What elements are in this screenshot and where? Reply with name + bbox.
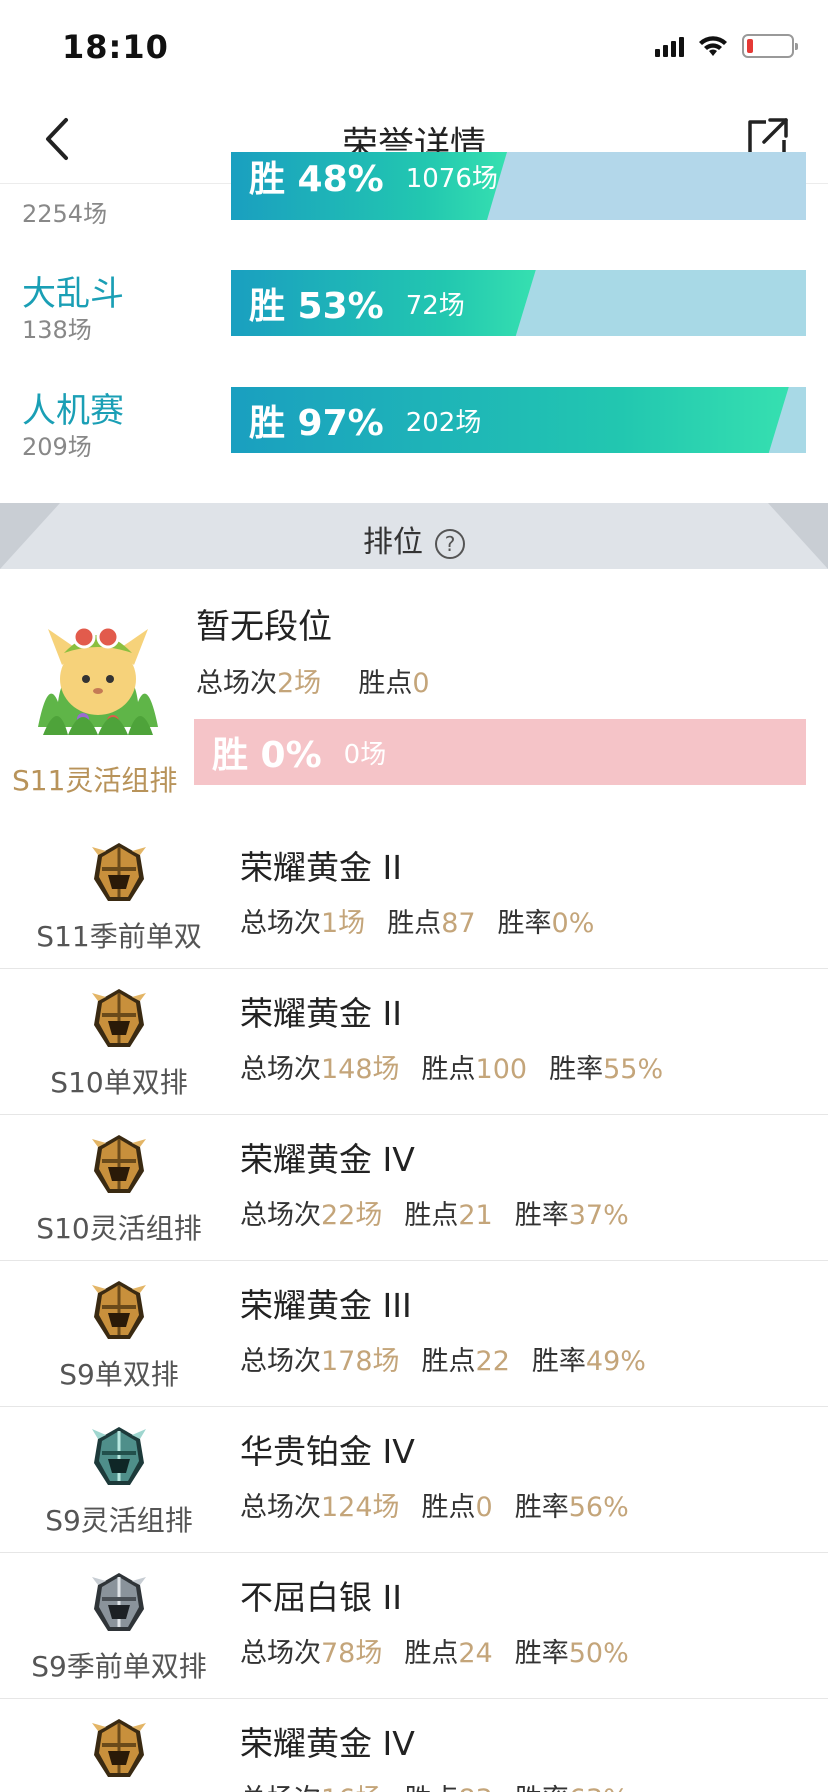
total-games-value: 2场 — [277, 668, 322, 699]
season-row[interactable]: S9灵活组排 华贵铂金 IV 总场次124场 胜点0 胜率56% — [0, 1407, 828, 1553]
winrate-text: 胜 0% — [212, 735, 322, 776]
mode-row-bots[interactable]: 人机赛 209场 胜 97% 202场 — [0, 383, 828, 483]
season-name: S9季前单双排 — [31, 1650, 207, 1683]
winrate-bar: 胜 48% 1076场 — [231, 152, 806, 220]
winrate-value: 55% — [603, 1054, 664, 1085]
tier-name: 华贵铂金 IV — [240, 1432, 415, 1471]
tier-name: 荣耀黄金 IV — [240, 1724, 415, 1763]
tier-name: 不屈白银 II — [240, 1578, 402, 1617]
help-icon[interactable]: ? — [435, 528, 465, 559]
status-time: 18:10 — [62, 28, 169, 66]
season-name: S9灵活组排 — [45, 1504, 193, 1537]
tier-stats: 总场次78场 胜点24 胜率50% — [240, 1638, 629, 1669]
mode-row-aram[interactable]: 大乱斗 138场 胜 53% 72场 — [0, 266, 828, 366]
mode-row-top[interactable]: 2254场 胜 48% 1076场 — [0, 152, 828, 228]
points-value: 87 — [441, 908, 476, 939]
winrate-value: 63% — [569, 1784, 629, 1792]
tier-name: 荣耀黄金 III — [240, 1286, 412, 1325]
current-stats: 总场次2场 胜点0 — [196, 668, 430, 699]
winrate-value: 49% — [585, 1346, 646, 1377]
current-season-name: S11灵活组排 — [12, 764, 178, 797]
games-text: 202场 — [405, 407, 482, 438]
season-row[interactable]: S11季前单双 荣耀黄金 II 总场次1场 胜点87 胜率0% — [0, 823, 828, 969]
season-row[interactable]: 荣耀黄金 IV 总场次16场胜点83胜率63% — [0, 1699, 828, 1792]
season-name: S10灵活组排 — [36, 1212, 202, 1245]
mode-count: 138场 — [22, 316, 92, 344]
tier-stats: 总场次148场 胜点100 胜率55% — [240, 1054, 664, 1085]
winrate-value: 0% — [551, 908, 595, 939]
current-season-card[interactable]: S11灵活组排 暂无段位 总场次2场 胜点0 胜 0% 0场 — [0, 569, 828, 799]
tier-stats: 总场次22场 胜点21 胜率37% — [240, 1200, 629, 1231]
current-winrate-bar: 胜 0% 0场 — [194, 719, 806, 785]
points-value: 24 — [458, 1638, 493, 1669]
season-row[interactable]: S10灵活组排 荣耀黄金 IV 总场次22场 胜点21 胜率37% — [0, 1115, 828, 1261]
season-row[interactable]: S9单双排 荣耀黄金 III 总场次178场 胜点22 胜率49% — [0, 1261, 828, 1407]
gold-helmet-icon — [90, 1279, 148, 1341]
mode-count: 2254场 — [22, 200, 108, 228]
season-name: S11季前单双 — [36, 920, 202, 953]
total-games-value: 124场 — [321, 1492, 400, 1523]
tier-name: 荣耀黄金 II — [240, 848, 402, 887]
winrate-bar: 胜 97% 202场 — [231, 387, 806, 453]
mode-name: 人机赛 — [22, 391, 124, 431]
winrate-text: 胜 48% — [249, 159, 384, 200]
total-games-value: 1场 — [321, 908, 366, 939]
gold-helmet-icon — [90, 841, 148, 903]
tier-stats: 总场次16场胜点83胜率63% — [240, 1777, 629, 1792]
points-value: 83 — [458, 1784, 492, 1792]
points-value: 0 — [475, 1492, 493, 1523]
tier-name: 荣耀黄金 IV — [240, 1140, 415, 1179]
tier-stats: 总场次178场 胜点22 胜率49% — [240, 1346, 646, 1377]
season-row[interactable]: S10单双排 荣耀黄金 II 总场次148场 胜点100 胜率55% — [0, 969, 828, 1115]
wifi-icon — [699, 36, 727, 56]
games-text: 0场 — [343, 739, 387, 770]
mode-count: 209场 — [22, 433, 92, 461]
total-games-value: 148场 — [321, 1054, 400, 1085]
games-text: 72场 — [405, 290, 465, 321]
season-name: S9单双排 — [59, 1358, 179, 1391]
points-value: 21 — [458, 1200, 493, 1231]
games-text: 1076场 — [405, 163, 498, 194]
season-row[interactable]: S9季前单双排 不屈白银 II 总场次78场 胜点24 胜率50% — [0, 1553, 828, 1699]
battery-icon — [742, 34, 798, 58]
points-value: 100 — [475, 1054, 528, 1085]
mode-name: 大乱斗 — [22, 274, 124, 314]
total-games-value: 178场 — [321, 1346, 400, 1377]
winrate-value: 37% — [568, 1200, 629, 1231]
season-name: S10单双排 — [50, 1066, 188, 1099]
silver-helmet-icon — [90, 1571, 148, 1633]
tier-stats: 总场次1场 胜点87 胜率0% — [240, 908, 595, 939]
points-value: 22 — [475, 1346, 510, 1377]
winrate-text: 胜 97% — [249, 403, 384, 444]
winrate-text: 胜 53% — [249, 286, 384, 327]
cellular-signal-icon — [655, 35, 684, 57]
tier-name: 荣耀黄金 II — [240, 994, 402, 1033]
status-bar: 18:10 — [0, 0, 828, 96]
status-icons — [655, 34, 798, 58]
winrate-value: 50% — [568, 1638, 629, 1669]
current-tier: 暂无段位 — [196, 607, 332, 647]
ranked-title: 排位 — [363, 525, 423, 560]
gold-helmet-icon — [90, 987, 148, 1049]
teemo-avatar-icon — [38, 625, 158, 735]
winrate-value: 56% — [568, 1492, 629, 1523]
gold-helmet-icon — [90, 1717, 148, 1779]
ranked-section-header: 排位? — [0, 503, 828, 569]
total-games-value: 16场 — [321, 1784, 382, 1792]
total-games-value: 78场 — [321, 1638, 383, 1669]
platinum-helmet-icon — [90, 1425, 148, 1487]
total-games-value: 22场 — [321, 1200, 383, 1231]
tier-stats: 总场次124场 胜点0 胜率56% — [240, 1492, 629, 1523]
points-value: 0 — [412, 668, 430, 699]
gold-helmet-icon — [90, 1133, 148, 1195]
winrate-bar: 胜 53% 72场 — [231, 270, 806, 336]
